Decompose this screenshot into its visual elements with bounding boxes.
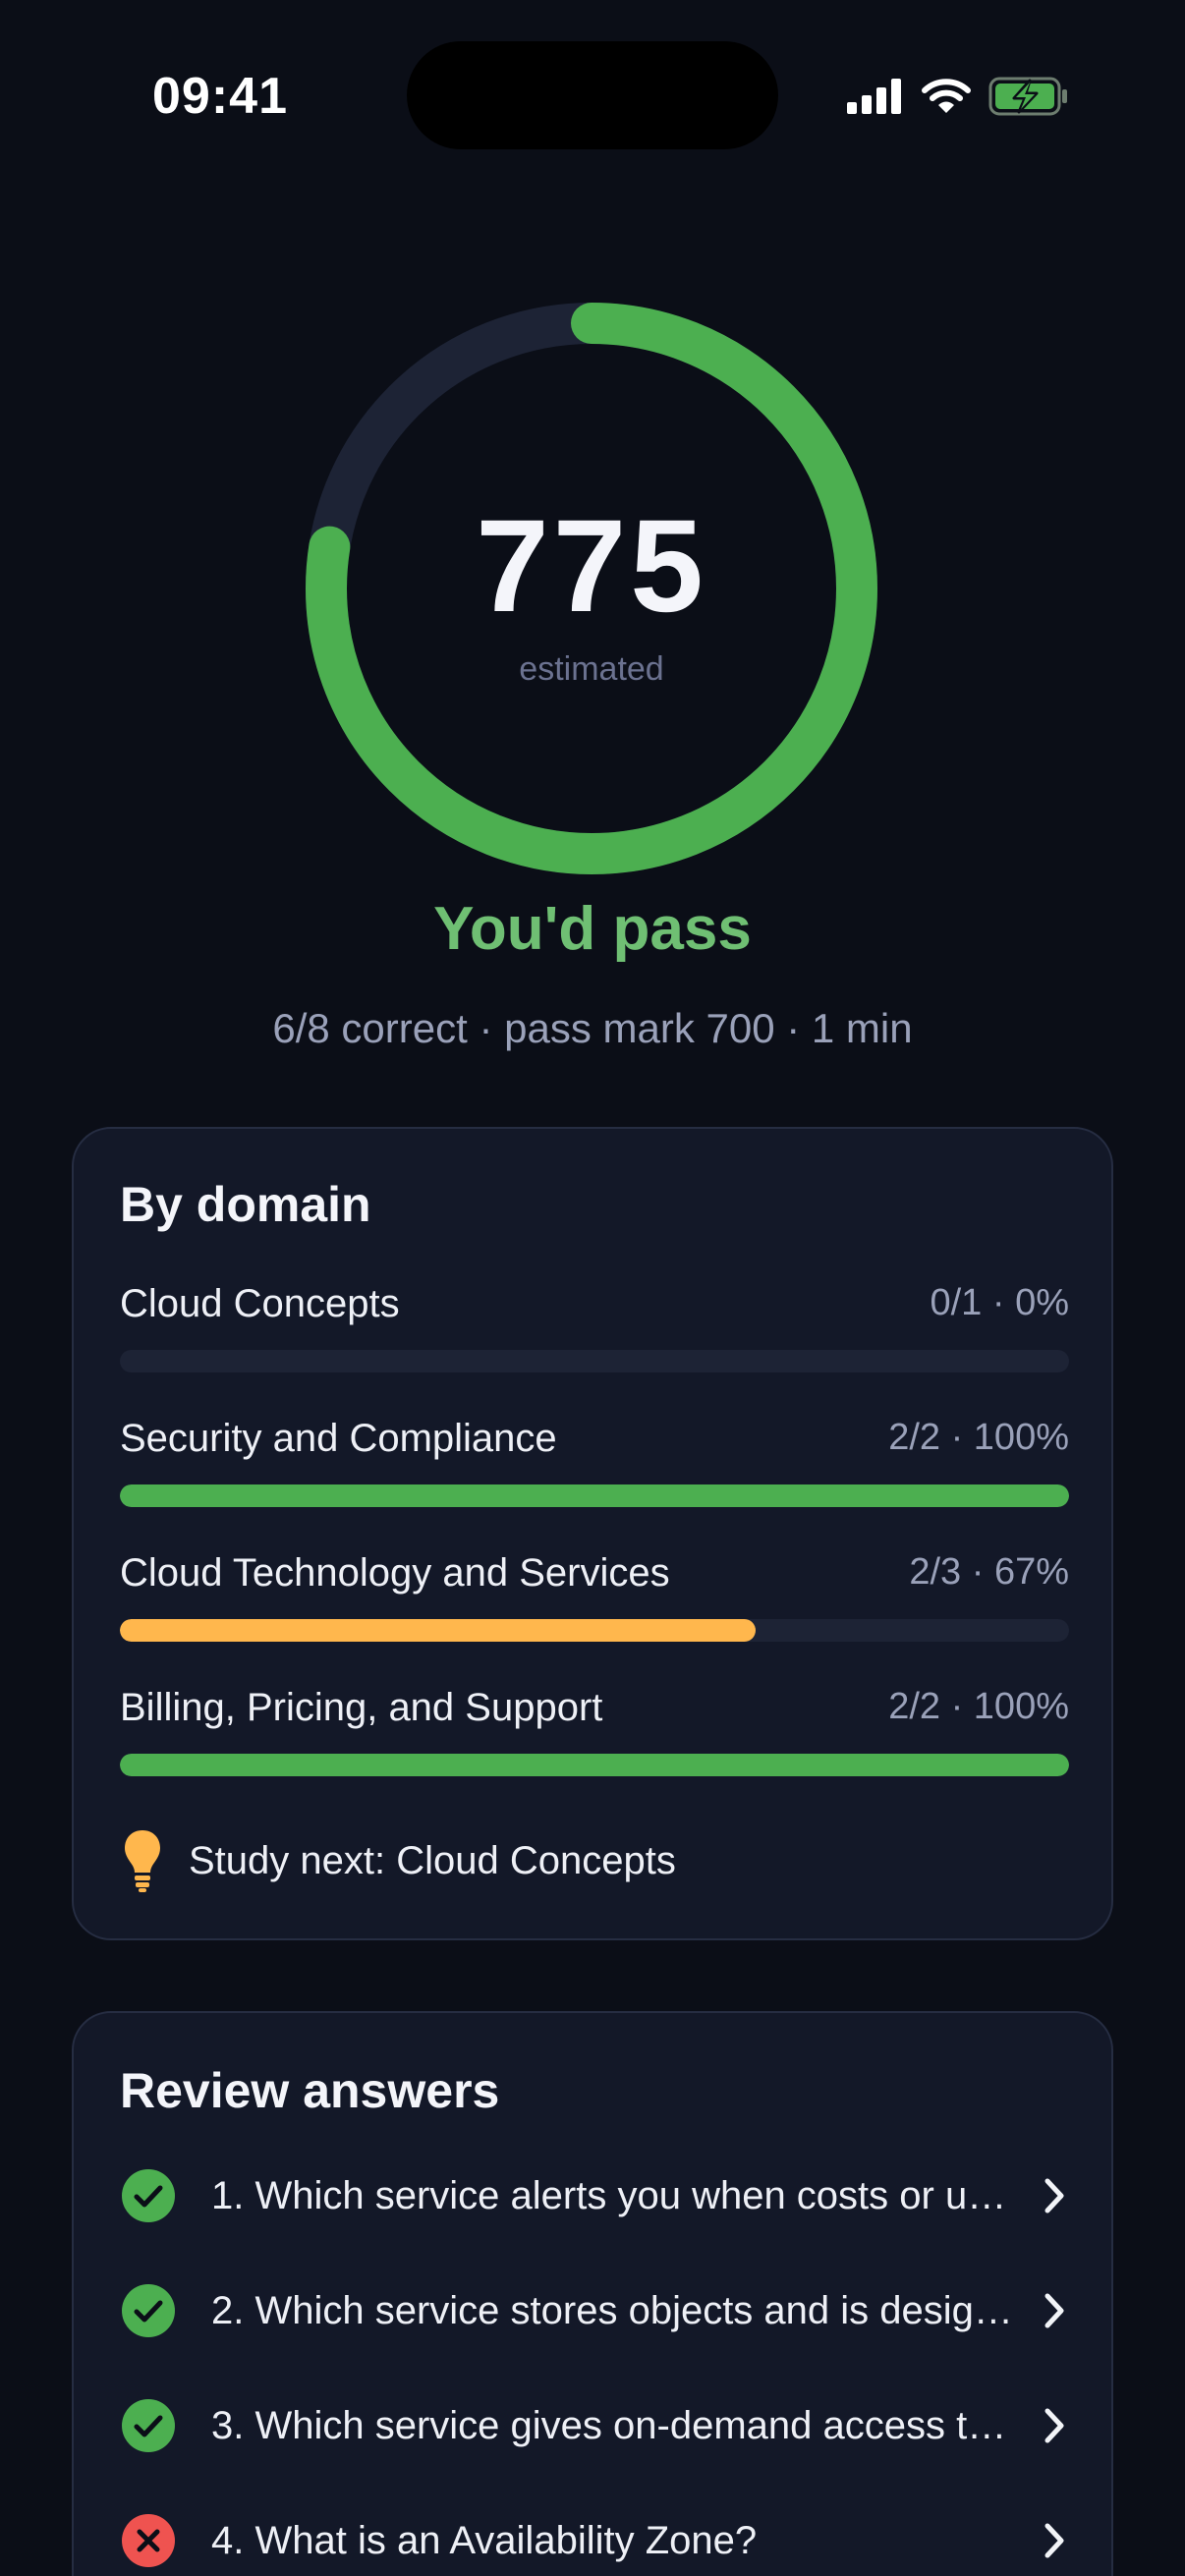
domain-row: Cloud Technology and Services 2/3 · 67% [120, 1551, 1069, 1650]
review-answer-row[interactable]: 3. Which service gives on-demand access … [120, 2386, 1069, 2465]
domain-stat: 2/2 · 100% [888, 1417, 1069, 1458]
domain-bar-track [120, 1350, 1069, 1372]
status-icons [847, 73, 1069, 120]
pass-verdict: You'd pass [433, 895, 752, 963]
study-next-suggestion: Study next: Cloud Concepts [120, 1826, 676, 1895]
domain-stat: 2/2 · 100% [888, 1686, 1069, 1727]
review-question-text: 4. What is an Availability Zone? [211, 2518, 758, 2562]
domain-bar-track [120, 1484, 1069, 1507]
domain-bar-track [120, 1754, 1069, 1776]
domain-row: Security and Compliance 2/2 · 100% [120, 1417, 1069, 1515]
chevron-right-icon [1044, 2178, 1064, 2213]
correct-check-icon [122, 2399, 175, 2452]
score-caption: estimated [519, 650, 664, 688]
review-answers-card: Review answers 1. Which service alerts y… [72, 2011, 1113, 2576]
review-question-text: 1. Which service alerts you when costs o… [211, 2173, 1017, 2217]
review-answer-row[interactable]: 4. What is an Availability Zone? [120, 2501, 1069, 2576]
incorrect-x-icon [122, 2514, 175, 2567]
correct-check-icon [122, 2284, 175, 2337]
chevron-right-icon [1044, 2523, 1064, 2558]
domain-card-title: By domain [120, 1177, 371, 1232]
domain-name: Cloud Technology and Services [120, 1551, 670, 1595]
review-question-text: 3. Which service gives on-demand access … [211, 2403, 1017, 2447]
estimated-score: 775 [476, 493, 707, 640]
review-card-title: Review answers [120, 2063, 500, 2118]
result-summary: 6/8 correct · pass mark 700 · 1 min [272, 1005, 913, 1051]
domain-bar-fill [120, 1754, 1069, 1776]
lightbulb-icon [125, 1830, 160, 1892]
domain-breakdown-card: By domain Cloud Concepts 0/1 · 0% Securi… [72, 1127, 1113, 1940]
study-next-label: Study next: Cloud Concepts [189, 1838, 676, 1882]
domain-row: Cloud Concepts 0/1 · 0% [120, 1282, 1069, 1380]
domain-name: Billing, Pricing, and Support [120, 1686, 603, 1729]
chevron-right-icon [1044, 2408, 1064, 2443]
dynamic-island [407, 41, 778, 149]
status-time: 09:41 [152, 68, 288, 125]
correct-check-icon [122, 2169, 175, 2222]
domain-name: Security and Compliance [120, 1417, 557, 1460]
review-answer-row[interactable]: 2. Which service stores objects and is d… [120, 2271, 1069, 2350]
score-gauge: 775 estimated [303, 300, 880, 877]
domain-row: Billing, Pricing, and Support 2/2 · 100% [120, 1686, 1069, 1784]
domain-bar-fill [120, 1619, 757, 1642]
domain-name: Cloud Concepts [120, 1282, 400, 1325]
domain-stat: 0/1 · 0% [930, 1282, 1069, 1323]
domain-bar-fill [120, 1484, 1069, 1507]
chevron-right-icon [1044, 2293, 1064, 2328]
quiz-results-screen: 09:41 775 estimated You'd pass 6/8 corre… [0, 0, 1185, 2576]
wifi-icon [922, 79, 971, 113]
review-answer-row[interactable]: 1. Which service alerts you when costs o… [120, 2156, 1069, 2235]
cellular-signal-icon [847, 79, 901, 114]
domain-bar-track [120, 1619, 1069, 1642]
domain-stat: 2/3 · 67% [909, 1551, 1069, 1593]
battery-charging-icon [988, 77, 1067, 116]
review-question-text: 2. Which service stores objects and is d… [211, 2288, 1017, 2332]
status-bar: 09:41 [0, 0, 1185, 196]
